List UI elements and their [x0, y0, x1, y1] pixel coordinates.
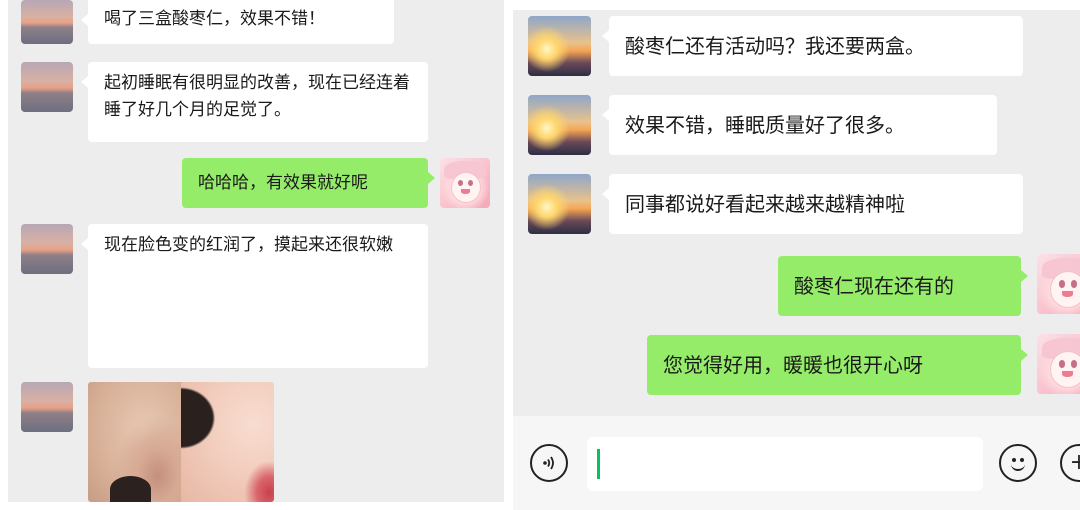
- contact-avatar[interactable]: [528, 16, 591, 76]
- contact-avatar[interactable]: [21, 62, 73, 112]
- contact-avatar[interactable]: [528, 174, 591, 234]
- message-bubble-sent[interactable]: 哈哈哈，有效果就好呢: [182, 158, 435, 208]
- message-bubble-sent[interactable]: 酸枣仁现在还有的: [778, 256, 1028, 316]
- message-input-bar: +: [513, 416, 1080, 510]
- image-message[interactable]: [88, 382, 274, 502]
- message-text: 喝了三盒酸枣仁，效果不错！: [104, 9, 325, 29]
- contact-avatar[interactable]: [21, 224, 73, 274]
- message-bubble[interactable]: 喝了三盒酸枣仁，效果不错！: [81, 0, 394, 44]
- message-text: 效果不错，睡眠质量好了很多。: [625, 113, 905, 137]
- contact-avatar[interactable]: [21, 382, 73, 432]
- plus-icon[interactable]: +: [1060, 444, 1080, 482]
- message-bubble[interactable]: 起初睡眠有很明显的改善，现在已经连着睡了好几个月的足觉了。: [81, 62, 428, 142]
- message-bubble[interactable]: 酸枣仁还有活动吗？我还要两盒。: [602, 16, 1023, 76]
- message-text: 起初睡眠有很明显的改善，现在已经连着睡了好几个月的足觉了。: [104, 73, 410, 120]
- own-avatar[interactable]: [1037, 254, 1080, 314]
- text-cursor: [597, 449, 600, 479]
- contact-avatar[interactable]: [528, 95, 591, 155]
- own-avatar[interactable]: [1037, 334, 1080, 394]
- message-text: 哈哈哈，有效果就好呢: [198, 172, 368, 193]
- contact-avatar[interactable]: [21, 0, 73, 44]
- message-bubble[interactable]: 同事都说好看起来越来越精神啦: [602, 174, 1023, 234]
- message-text: 同事都说好看起来越来越精神啦: [625, 192, 905, 216]
- message-text: 您觉得好用，暖暖也很开心呀: [663, 353, 923, 377]
- voice-icon[interactable]: [530, 444, 568, 482]
- message-text-field[interactable]: [587, 437, 983, 491]
- emoji-icon[interactable]: [999, 444, 1037, 482]
- voice-icon-glyph: [543, 456, 554, 470]
- left-chat-screenshot: 喝了三盒酸枣仁，效果不错！ 起初睡眠有很明显的改善，现在已经连着睡了好几个月的足…: [8, 0, 504, 502]
- right-chat-screenshot: 酸枣仁还有活动吗？我还要两盒。 效果不错，睡眠质量好了很多。 同事都说好看起来越…: [513, 10, 1080, 510]
- message-bubble[interactable]: 现在脸色变的红润了，摸起来还很软嫩: [81, 224, 428, 368]
- message-bubble[interactable]: 效果不错，睡眠质量好了很多。: [602, 95, 997, 155]
- own-avatar[interactable]: [440, 158, 490, 208]
- message-bubble-sent[interactable]: 您觉得好用，暖暖也很开心呀: [647, 335, 1028, 395]
- message-text: 现在脸色变的红润了，摸起来还很软嫩: [104, 235, 393, 255]
- message-text: 酸枣仁现在还有的: [794, 274, 954, 298]
- message-text: 酸枣仁还有活动吗？我还要两盒。: [625, 34, 925, 58]
